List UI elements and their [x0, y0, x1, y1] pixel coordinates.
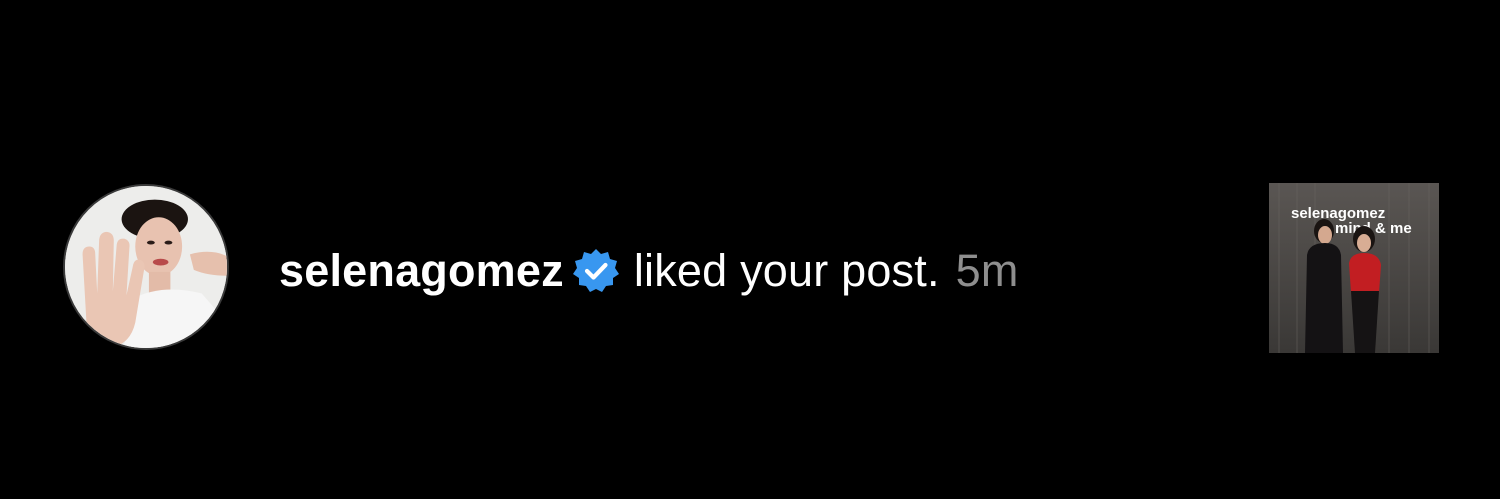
post-thumbnail-image: selenagomez mind & me [1269, 183, 1439, 353]
notification-action-text: liked your post. [633, 245, 940, 296]
notification-text: selenagomez liked your post. 5m [279, 240, 1019, 302]
avatar[interactable] [63, 184, 229, 350]
timestamp: 5m [955, 245, 1019, 296]
post-thumbnail[interactable]: selenagomez mind & me [1269, 183, 1439, 353]
verified-badge-icon [572, 247, 620, 295]
notification-row[interactable]: selenagomez liked your post. 5m selenago… [0, 0, 1500, 499]
profile-photo [65, 186, 227, 348]
username-link[interactable]: selenagomez [279, 245, 564, 297]
